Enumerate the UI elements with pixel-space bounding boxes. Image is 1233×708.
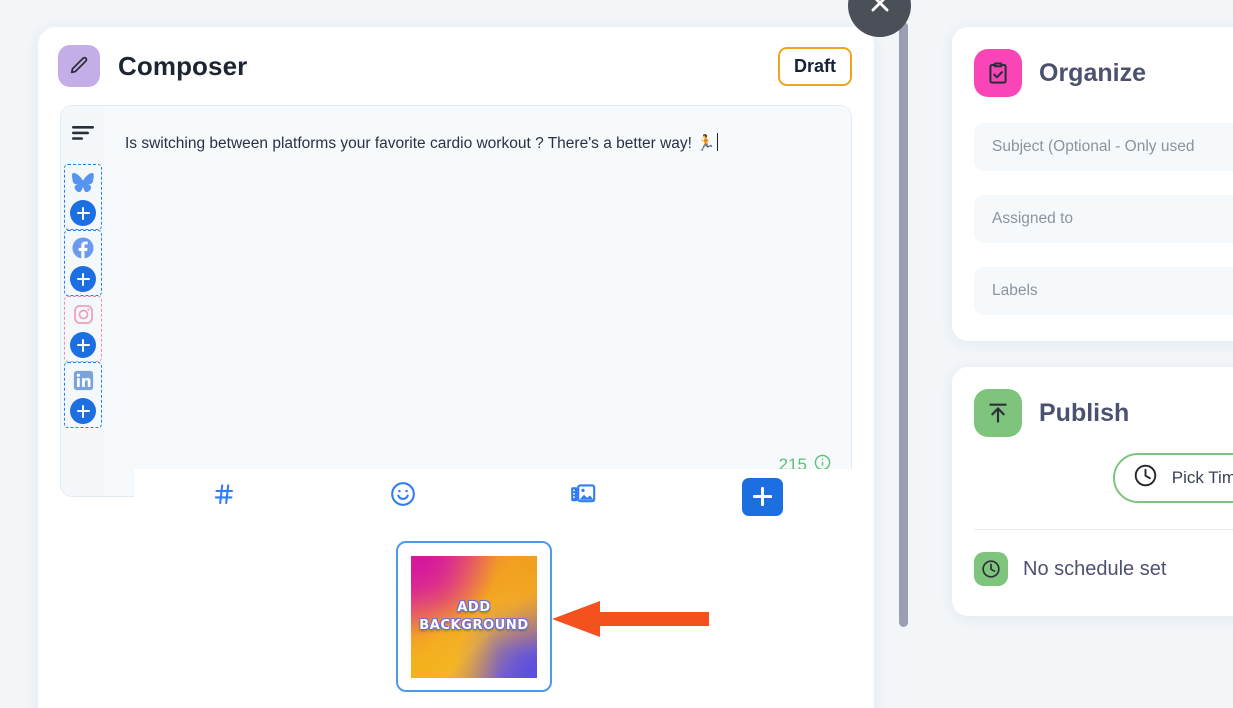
clock-icon [1133, 463, 1158, 493]
organize-title: Organize [1039, 58, 1146, 87]
smiley-emoji-icon [390, 481, 416, 512]
add-media-button[interactable] [673, 477, 853, 516]
page-title: Composer [118, 50, 248, 81]
post-text-content[interactable]: Is switching between platforms your favo… [105, 106, 851, 155]
post-text-value: Is switching between platforms your favo… [125, 135, 716, 152]
add-instagram-account-button[interactable] [70, 332, 96, 358]
account-group-bluesky[interactable] [64, 164, 102, 230]
app-root: Composer Draft Is switching between plat… [0, 0, 1233, 708]
assigned-to-field[interactable]: Assigned to [974, 195, 1233, 243]
instagram-icon [73, 301, 94, 327]
background-gradient-preview: ADD BACKGROUND [411, 555, 537, 678]
subject-field[interactable]: Subject (Optional - Only used [974, 123, 1233, 171]
accounts-rail [61, 106, 105, 496]
add-linkedin-account-button[interactable] [70, 398, 96, 424]
status-badge[interactable]: Draft [777, 46, 852, 86]
emoji-button[interactable] [314, 481, 494, 512]
divider [974, 529, 1233, 530]
schedule-clock-icon [974, 552, 1008, 586]
account-group-instagram[interactable] [64, 296, 102, 362]
clipboard-check-icon [974, 49, 1022, 97]
hashtag-icon [212, 482, 236, 511]
hamburger-menu-icon[interactable] [61, 106, 105, 164]
scrollbar-thumb[interactable] [899, 22, 908, 627]
account-group-linkedin[interactable] [64, 362, 102, 428]
media-button[interactable] [493, 482, 673, 511]
linkedin-icon [73, 367, 94, 393]
publish-header: Publish [974, 389, 1233, 437]
annotation-arrow [552, 600, 709, 638]
editor-container: Is switching between platforms your favo… [60, 105, 852, 497]
add-background-line1: ADD [457, 600, 491, 615]
right-sidebar: Organize Subject (Optional - Only used A… [952, 27, 1233, 642]
upload-icon [974, 389, 1022, 437]
plus-icon[interactable] [741, 477, 783, 516]
pencil-icon [58, 45, 100, 87]
schedule-status-text: No schedule set [1023, 557, 1167, 580]
pick-time-button[interactable]: Pick Tim [1112, 453, 1233, 503]
bluesky-butterfly-icon [72, 169, 94, 195]
close-x-icon [867, 0, 893, 21]
add-bluesky-account-button[interactable] [70, 200, 96, 226]
add-background-line2: BACKGROUND [419, 618, 529, 633]
account-group-facebook[interactable] [64, 230, 102, 296]
publish-title: Publish [1039, 398, 1130, 427]
hashtag-button[interactable] [134, 482, 314, 511]
pick-time-label: Pick Tim [1171, 468, 1233, 487]
pick-time-row: Pick Tim [974, 453, 1233, 503]
post-text-area[interactable]: Is switching between platforms your favo… [105, 106, 851, 496]
schedule-status-row: No schedule set [974, 552, 1233, 586]
media-gallery-icon [570, 482, 596, 511]
composer-scrollbar[interactable] [896, 0, 914, 708]
organize-header: Organize [974, 49, 1233, 97]
publish-panel: Publish Pick Tim No schedule set [952, 367, 1233, 616]
labels-field[interactable]: Labels [974, 267, 1233, 315]
add-background-thumbnail[interactable]: ADD BACKGROUND [396, 541, 552, 692]
text-cursor [716, 133, 719, 151]
facebook-icon [72, 235, 94, 261]
organize-panel: Organize Subject (Optional - Only used A… [952, 27, 1233, 341]
composer-header: Composer Draft [38, 27, 874, 105]
add-facebook-account-button[interactable] [70, 266, 96, 292]
